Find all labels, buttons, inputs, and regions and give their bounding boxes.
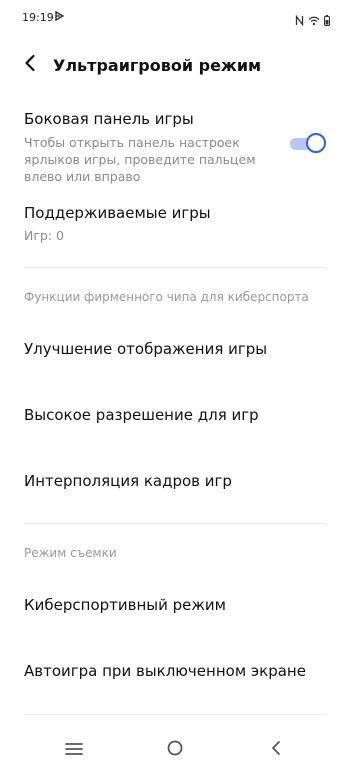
divider	[24, 523, 326, 524]
back-icon	[271, 740, 281, 760]
navigation-bar	[0, 730, 350, 770]
chevron-left-icon	[24, 54, 36, 76]
supported-games-row[interactable]: Поддерживаемые игры Игр: 0	[0, 198, 350, 254]
nav-back-button[interactable]	[261, 738, 291, 762]
supported-games-count: Игр: 0	[24, 228, 64, 243]
app-header: Ультраигровой режим	[0, 44, 350, 86]
divider	[24, 714, 326, 715]
list-item-label: Улучшение отображения игры	[24, 340, 268, 358]
battery-icon	[324, 11, 330, 30]
home-button[interactable]	[160, 738, 190, 762]
status-time: 19:19	[22, 11, 54, 24]
list-item-display-enhancement[interactable]: Улучшение отображения игры	[0, 330, 350, 370]
notification-flag-icon	[55, 10, 65, 24]
list-item-label: Киберспортивный режим	[24, 596, 226, 614]
list-item-esports-mode[interactable]: Киберспортивный режим	[0, 586, 350, 626]
divider	[24, 267, 326, 268]
home-icon	[167, 740, 183, 760]
back-button[interactable]	[18, 52, 42, 78]
capture-section-label: Режим съемки	[24, 546, 117, 560]
list-item-label: Интерполяция кадров игр	[24, 472, 232, 490]
toggle-knob	[306, 133, 326, 153]
page-title: Ультраигровой режим	[53, 56, 262, 75]
list-item-label: Автоигра при выключенном экране	[24, 662, 306, 680]
game-panel-description: Чтобы открыть панель настроек ярлыков иг…	[24, 135, 256, 184]
menu-icon	[65, 741, 83, 760]
list-item-high-resolution[interactable]: Высокое разрешение для игр	[0, 396, 350, 436]
status-bar: 19:19	[0, 0, 350, 36]
list-item-frame-interpolation[interactable]: Интерполяция кадров игр	[0, 462, 350, 502]
list-item-label: Высокое разрешение для игр	[24, 406, 259, 424]
game-panel-title: Боковая панель игры	[24, 110, 194, 128]
nfc-icon	[295, 11, 304, 30]
recents-button[interactable]	[59, 738, 89, 762]
wifi-icon	[308, 11, 320, 30]
list-item-auto-play-screen-off[interactable]: Автоигра при выключенном экране	[0, 652, 350, 692]
supported-games-title: Поддерживаемые игры	[24, 204, 211, 222]
chip-section-label: Функции фирменного чипа для киберспорта	[24, 290, 309, 304]
game-panel-toggle[interactable]	[290, 133, 328, 155]
